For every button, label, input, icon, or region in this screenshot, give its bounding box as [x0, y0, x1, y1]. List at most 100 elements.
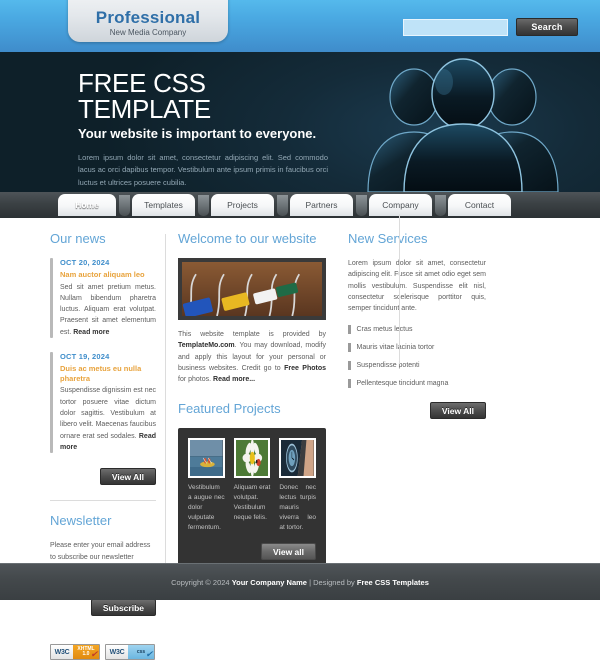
right-column: New Services Lorem ipsum dolor sit amet,… — [338, 232, 490, 563]
daisy-photo[interactable] — [234, 438, 271, 478]
nav-label: Company — [382, 200, 418, 210]
divider — [50, 500, 156, 501]
news-title[interactable]: Duis ac metus eu nulla pharetra — [60, 364, 156, 384]
service-list-item[interactable]: Cras metus lectus — [348, 325, 486, 334]
featured-actions: View all — [188, 542, 316, 560]
hero-subheadline: Your website is important to everyone. — [78, 127, 338, 140]
list-accent-bar — [348, 361, 351, 370]
news-date: OCT 19, 2024 — [60, 352, 156, 362]
footer-copyright: Copyright © 2024 Your Company Name | Des… — [171, 578, 429, 587]
welcome-text-3: for photos. — [178, 376, 213, 383]
nav-label: Partners — [305, 200, 337, 210]
news-body: Suspendisse dignissim est nec tortor pos… — [60, 385, 156, 453]
list-accent-bar — [348, 325, 351, 334]
nav-label: Projects — [227, 200, 258, 210]
kayak-photo[interactable] — [188, 438, 225, 478]
hero-content: FREE CSS TEMPLATE Your website is import… — [78, 70, 338, 192]
middle-column: Welcome to our website — [166, 232, 338, 563]
list-accent-bar — [348, 343, 351, 352]
news-body: Sed sit amet pretium metus. Nullam biben… — [60, 282, 156, 339]
people-silhouette-icon — [344, 52, 594, 192]
services-view-all-button[interactable]: View All — [430, 402, 486, 419]
news-read-more[interactable]: Read more — [73, 329, 109, 336]
news-item: OCT 20, 2024 Nam auctor aliquam leo Sed … — [50, 258, 156, 338]
company-name-link[interactable]: Your Company Name — [232, 578, 307, 587]
copyright-text: Copyright © 2024 — [171, 578, 232, 587]
css-label: css ✔ — [128, 645, 154, 659]
nav-label: Home — [75, 200, 99, 210]
main-content: Our news OCT 20, 2024 Nam auctor aliquam… — [0, 218, 600, 563]
list-accent-bar — [348, 379, 351, 388]
service-label: Mauris vitae lacinia tortor — [357, 343, 435, 352]
welcome-paragraph: This website template is provided by Tem… — [178, 329, 326, 386]
nav-item-partners[interactable]: Partners — [290, 194, 353, 216]
featured-view-all-button[interactable]: View all — [261, 543, 316, 560]
css-line1: css — [137, 650, 145, 655]
search-input[interactable] — [403, 19, 508, 36]
service-list-item[interactable]: Pellentesque tincidunt magna — [348, 379, 486, 388]
featured-project-caption: Vestibulum a augue nec dolor vulputate f… — [188, 483, 225, 533]
hero-banner: FREE CSS TEMPLATE Your website is import… — [0, 52, 600, 192]
site-footer: Copyright © 2024 Your Company Name | Des… — [0, 563, 600, 600]
watch-photo[interactable] — [279, 438, 316, 478]
newsletter-description: Please enter your email address to subsc… — [50, 540, 156, 563]
featured-projects-panel: Vestibulum a augue nec dolor vulputate f… — [178, 428, 326, 570]
nav-item-contact[interactable]: Contact — [448, 194, 511, 216]
hero-headline: FREE CSS TEMPLATE — [78, 70, 338, 122]
xhtml-label: XHTML1.0 ✔ — [73, 645, 99, 659]
featured-projects: Featured Projects — [178, 402, 326, 570]
nav-item-templates[interactable]: Templates — [132, 194, 195, 216]
service-list-item[interactable]: Suspendisse potenti — [348, 361, 486, 370]
nav-item-home[interactable]: Home — [58, 194, 116, 216]
nav-item-company[interactable]: Company — [369, 194, 432, 216]
news-view-all-button[interactable]: View All — [100, 468, 156, 485]
free-photos-link[interactable]: Free Photos — [284, 365, 326, 372]
news-accent-bar — [50, 258, 53, 338]
featured-project-item: Aliquam erat volutpat. Vestibulum neque … — [234, 438, 271, 533]
templatemo-link[interactable]: TemplateMo.com — [178, 342, 235, 349]
new-services-heading: New Services — [348, 232, 486, 245]
welcome-text-1: This website template is provided by — [178, 331, 326, 338]
featured-project-item: Vestibulum a augue nec dolor vulputate f… — [188, 438, 225, 533]
checkmark-icon: ✔ — [90, 650, 98, 659]
subscribe-button[interactable]: Subscribe — [91, 599, 156, 616]
search-button[interactable]: Search — [516, 18, 578, 36]
logo[interactable]: Professional New Media Company — [68, 0, 228, 42]
news-item: OCT 19, 2024 Duis ac metus eu nulla phar… — [50, 352, 156, 453]
w3c-logo-text: W3C — [51, 645, 73, 659]
service-label: Cras metus lectus — [357, 325, 413, 334]
services-paragraph: Lorem ipsum dolor sit amet, consectetur … — [348, 258, 486, 315]
featured-project-item: Donec nec lectus turpis mauris viverra l… — [279, 438, 316, 533]
footer-separator: | Designed by — [307, 578, 357, 587]
column-divider — [399, 214, 400, 364]
w3c-css-badge[interactable]: W3C css ✔ — [105, 644, 155, 660]
w3c-xhtml-badge[interactable]: W3C XHTML1.0 ✔ — [50, 644, 100, 660]
nav-label: Templates — [144, 200, 183, 210]
hero-paragraph: Lorem ipsum dolor sit amet, consectetur … — [78, 152, 328, 189]
featured-projects-row: Vestibulum a augue nec dolor vulputate f… — [188, 438, 316, 533]
featured-project-caption: Donec nec lectus turpis mauris viverra l… — [279, 483, 316, 533]
validator-badges: W3C XHTML1.0 ✔ W3C css ✔ — [50, 644, 156, 660]
news-title[interactable]: Nam auctor aliquam leo — [60, 270, 156, 280]
newsletter-actions: Subscribe — [50, 598, 156, 616]
nav-item-projects[interactable]: Projects — [211, 194, 274, 216]
designer-link[interactable]: Free CSS Templates — [357, 578, 429, 587]
news-date: OCT 20, 2024 — [60, 258, 156, 268]
nav-label: Contact — [465, 200, 494, 210]
service-label: Suspendisse potenti — [357, 361, 420, 370]
logo-title: Professional — [96, 9, 200, 26]
news-actions: View All — [50, 467, 156, 485]
service-list-item[interactable]: Mauris vitae lacinia tortor — [348, 343, 486, 352]
left-column: Our news OCT 20, 2024 Nam auctor aliquam… — [14, 232, 166, 563]
search-form: Search — [403, 18, 578, 36]
our-news-heading: Our news — [50, 232, 156, 245]
service-label: Pellentesque tincidunt magna — [357, 379, 449, 388]
featured-project-caption: Aliquam erat volutpat. Vestibulum neque … — [234, 483, 271, 523]
services-actions: View All — [348, 401, 486, 419]
logo-subtitle: New Media Company — [110, 29, 186, 37]
welcome-read-more[interactable]: Read more... — [213, 376, 255, 383]
newsletter-heading: Newsletter — [50, 514, 156, 527]
site-header: Professional New Media Company Search — [0, 0, 600, 52]
news-accent-bar — [50, 352, 53, 453]
main-navigation: Home Templates Projects Partners Company… — [0, 192, 600, 218]
